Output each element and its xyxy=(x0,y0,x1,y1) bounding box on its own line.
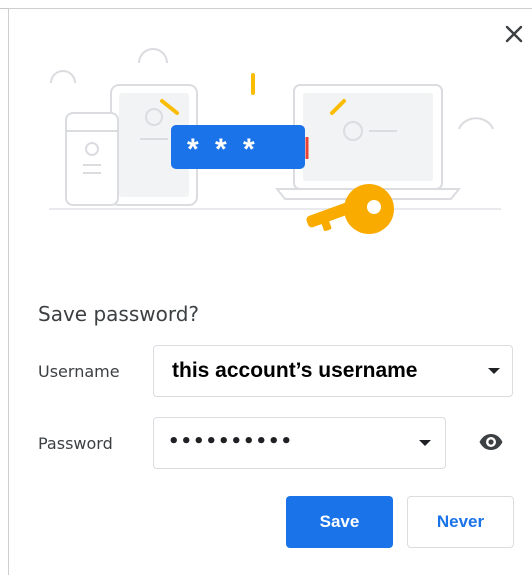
chevron-down-icon[interactable] xyxy=(488,368,500,374)
window-edge xyxy=(0,8,8,9)
username-value: this account’s username xyxy=(172,359,418,382)
password-illustration: * * * xyxy=(49,48,501,234)
cloud-icon xyxy=(138,48,168,64)
save-password-dialog: * * * Save password? Username this accou… xyxy=(8,8,532,575)
phone-icon xyxy=(65,112,119,206)
dialog-title: Save password? xyxy=(38,302,200,326)
password-field[interactable]: •••••••••• xyxy=(153,417,446,469)
cloud-icon xyxy=(50,70,76,84)
never-button[interactable]: Never xyxy=(407,496,514,548)
chevron-down-icon[interactable] xyxy=(419,440,431,446)
reveal-password-button[interactable] xyxy=(477,430,505,454)
password-value: •••••••••• xyxy=(168,431,294,452)
page: * * * Save password? Username this accou… xyxy=(0,0,532,575)
cloud-icon xyxy=(458,117,494,130)
username-label: Username xyxy=(38,362,120,381)
password-label: Password xyxy=(38,434,113,453)
save-button[interactable]: Save xyxy=(286,496,393,548)
mask-text: * * * xyxy=(187,133,259,166)
eye-icon xyxy=(479,434,503,450)
username-field[interactable]: this account’s username xyxy=(153,345,513,397)
